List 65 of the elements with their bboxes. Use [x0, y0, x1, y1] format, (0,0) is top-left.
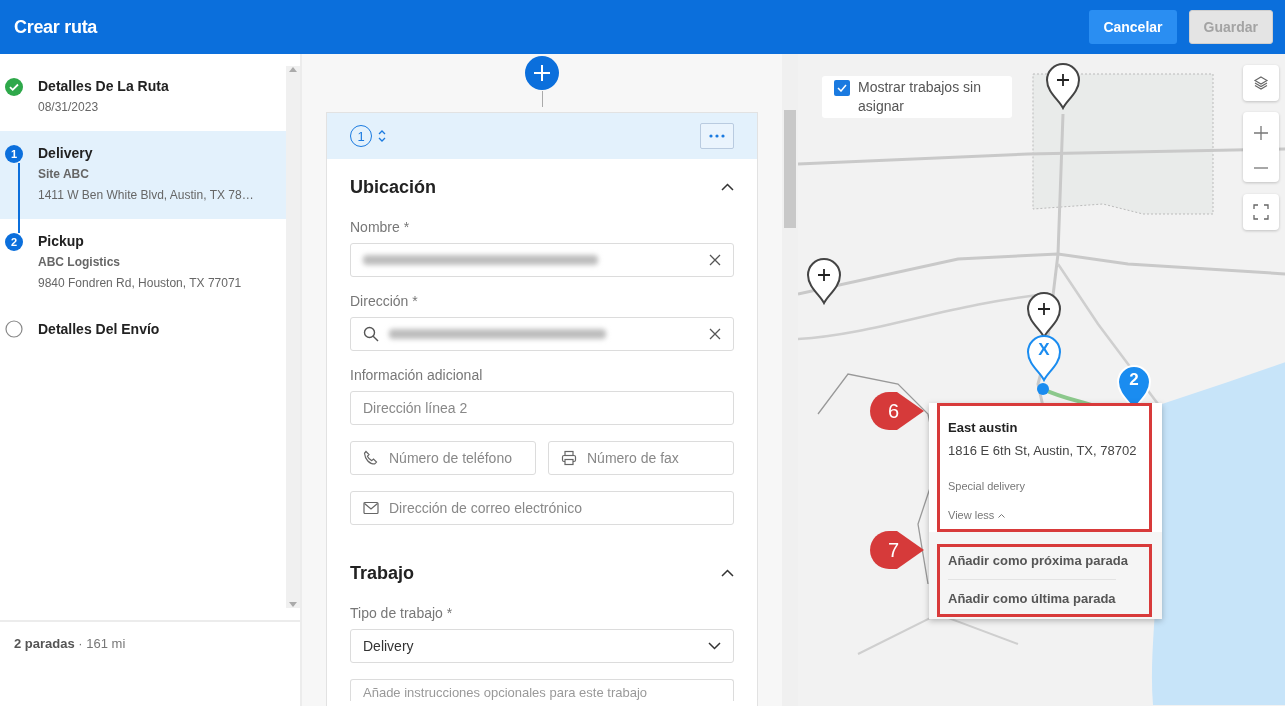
- section-title: Ubicación: [350, 176, 437, 198]
- add-stop-button[interactable]: [525, 56, 559, 90]
- chevron-down-icon[interactable]: [708, 642, 721, 650]
- clear-icon[interactable]: [709, 328, 721, 340]
- selected-stop-pin[interactable]: X: [1026, 334, 1062, 382]
- step-title: Delivery: [38, 145, 94, 161]
- menu-item[interactable]: Añadir como última parada: [948, 579, 1116, 609]
- page-title: Crear ruta: [14, 16, 99, 38]
- job-note: Special delivery: [948, 480, 1027, 492]
- location-address: 1816 E 6th St, Austin, TX, 78702: [948, 443, 1138, 458]
- add-job-pin[interactable]: [806, 257, 842, 305]
- sidebar-item[interactable]: 1 Delivery Site ABC 1411 W Ben White Blvd, Austin, TX 78…: [0, 131, 286, 219]
- step-title: Detalles De La Ruta: [38, 78, 169, 94]
- more-icon: [709, 134, 725, 138]
- field-label: Tipo de trabajo *: [350, 605, 454, 621]
- section-title: Trabajo: [350, 562, 415, 584]
- layers-button[interactable]: [1243, 65, 1279, 101]
- input-field[interactable]: Dirección línea 2: [350, 391, 734, 425]
- search-icon: [363, 326, 379, 342]
- callout-badge: 7: [870, 531, 924, 569]
- route-summary: 2 paradas · 161 mi: [14, 636, 126, 651]
- step-address: 1411 W Ben White Blvd, Austin, TX 78…: [38, 188, 254, 202]
- step-detail: Site ABC: [38, 167, 90, 181]
- layers-icon: [1253, 75, 1269, 91]
- zoom-in-button[interactable]: [1253, 124, 1269, 141]
- callout-badge: 6: [870, 392, 924, 430]
- phone-icon: [363, 450, 379, 466]
- input-field[interactable]: Número de fax: [548, 441, 734, 475]
- checkbox[interactable]: [834, 80, 850, 96]
- chevron-up-icon: [998, 512, 1006, 518]
- envelope-icon: [363, 501, 379, 515]
- input-field[interactable]: Dirección de correo electrónico: [350, 491, 734, 525]
- clear-icon[interactable]: [709, 254, 721, 266]
- show-unassigned-checkbox[interactable]: Mostrar trabajos sin asignar: [822, 76, 1012, 118]
- step-detail: ABC Logistics: [38, 255, 121, 269]
- step-detail: 08/31/2023: [38, 100, 100, 114]
- field-label: Nombre *: [350, 219, 411, 235]
- job-type-dropdown[interactable]: Delivery: [350, 629, 734, 663]
- field-label: Dirección *: [350, 293, 419, 309]
- add-job-pin[interactable]: [1045, 62, 1081, 110]
- step-number: 2: [5, 233, 23, 251]
- step-address: 9840 Fondren Rd, Houston, TX 77071: [38, 276, 242, 290]
- scrollbar[interactable]: [784, 110, 796, 228]
- instructions-field[interactable]: Añade instrucciones opcionales para este trabajo: [350, 679, 734, 701]
- chevron-up-icon[interactable]: [721, 183, 734, 191]
- step-title: Pickup: [38, 233, 85, 249]
- fullscreen-button[interactable]: [1243, 194, 1279, 230]
- zoom-out-button[interactable]: [1253, 165, 1269, 170]
- printer-icon: [561, 450, 577, 466]
- location-title: East austin: [948, 420, 1019, 435]
- cancel-button[interactable]: Cancelar: [1089, 10, 1177, 44]
- step-title: Detalles Del Envío: [38, 321, 160, 337]
- fullscreen-icon: [1253, 204, 1269, 220]
- field-label: Información adicional: [350, 367, 484, 383]
- menu-item[interactable]: Añadir como próxima parada: [948, 550, 1128, 579]
- empty-circle-icon: [5, 320, 23, 338]
- check-circle-icon: [5, 78, 23, 96]
- chevron-up-icon[interactable]: [721, 569, 734, 577]
- input-field[interactable]: Número de teléfono: [350, 441, 536, 475]
- view-less-link[interactable]: View less: [948, 509, 1006, 521]
- input-field[interactable]: [350, 243, 734, 277]
- reorder-icon[interactable]: [378, 129, 386, 143]
- check-icon: [837, 84, 847, 92]
- input-field[interactable]: [350, 317, 734, 351]
- step-number: 1: [5, 145, 23, 163]
